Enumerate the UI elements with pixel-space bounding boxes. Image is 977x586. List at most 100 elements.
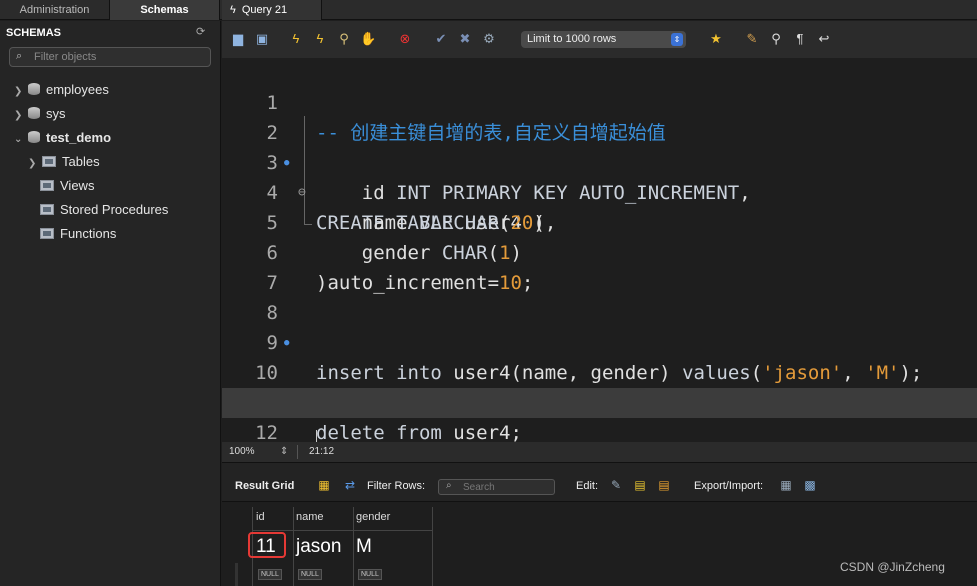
filter-rows-label: Filter Rows: — [367, 480, 426, 492]
annotation-highlight-box — [248, 532, 286, 558]
schema-label: employees — [46, 82, 109, 97]
brush-icon[interactable]: ✎ — [744, 31, 760, 47]
chevron-right-icon[interactable]: ❯ — [14, 107, 26, 125]
cell-gender[interactable]: M — [356, 536, 372, 558]
delete-row-icon[interactable]: ▤ — [656, 478, 672, 492]
column-divider — [353, 507, 354, 586]
code-line-5: 5 gender CHAR(1) — [222, 178, 977, 264]
chevron-right-icon[interactable]: ❯ — [28, 155, 40, 173]
filter-rows-input[interactable] — [463, 480, 548, 494]
code-line-7: 7 — [222, 238, 977, 294]
beautify-star-icon[interactable]: ★ — [708, 31, 724, 47]
explain-icon[interactable]: ⚲ — [336, 31, 352, 47]
code-line-8: 8 ● insert into user4(name, gender) valu… — [222, 268, 977, 384]
import-icon[interactable]: ▩ — [802, 478, 818, 492]
null-badge[interactable]: NULL — [298, 569, 322, 580]
export-icon[interactable]: ▦ — [778, 478, 794, 492]
folder-icon — [40, 204, 54, 215]
code-line-10: 10 ● delete from user4; — [222, 328, 977, 442]
export-import-label: Export/Import: — [694, 480, 764, 492]
grid-view-icon[interactable]: ▦ — [316, 478, 332, 492]
execute-current-icon[interactable]: ϟ — [312, 31, 328, 47]
tab-administration[interactable]: Administration — [0, 0, 110, 20]
column-header-gender[interactable]: gender — [356, 511, 390, 523]
rollback-icon[interactable]: ✖ — [457, 31, 473, 47]
schema-sidebar: SCHEMAS ⟳ ⌕ ❯ employees ❯ sys ⌄ test_demo ❯… — [0, 21, 221, 586]
column-divider — [293, 507, 294, 586]
wrap-lines-icon[interactable]: ↩ — [816, 31, 832, 47]
tab-query-21[interactable]: ϟ Query 21 — [222, 0, 322, 20]
select-arrows-icon: ⇕ — [671, 33, 683, 46]
filter-rows-box: ⌕ — [438, 479, 555, 495]
code-line-12: 12 ● select * from user4; — [222, 388, 977, 442]
chevron-right-icon[interactable]: ❯ — [14, 83, 26, 101]
code-text: delete from user4; — [316, 422, 522, 442]
cell-name[interactable]: jason — [296, 536, 341, 558]
header-divider — [252, 530, 432, 531]
open-folder-icon[interactable]: ▆ — [230, 31, 246, 47]
result-grid-label[interactable]: Result Grid — [235, 480, 294, 492]
add-row-icon[interactable]: ▤ — [632, 478, 648, 492]
autocommit-icon[interactable]: ⚙ — [481, 31, 497, 47]
chevron-down-icon[interactable]: ⌄ — [14, 131, 26, 149]
filter-objects-input[interactable] — [34, 49, 204, 65]
schemas-header: SCHEMAS — [6, 27, 62, 39]
code-line-6: 6 )auto_increment=10; — [222, 208, 977, 294]
null-badge[interactable]: NULL — [358, 569, 382, 580]
stop-icon[interactable]: ✋ — [360, 31, 376, 47]
limit-rows-select[interactable]: Limit to 1000 rows ⇕ — [521, 31, 686, 48]
divider — [297, 445, 298, 459]
top-tab-bar: Administration Schemas ϟ Query 21 — [0, 0, 977, 20]
query-tab-label: Query 21 — [241, 4, 288, 16]
schema-label: sys — [46, 106, 66, 121]
schema-item-sys[interactable]: ❯ sys — [14, 105, 66, 123]
commit-icon[interactable]: ✔ — [433, 31, 449, 47]
code-line-9: 9 — [222, 298, 977, 354]
edit-row-icon[interactable]: ✎ — [608, 478, 624, 492]
database-icon — [28, 107, 40, 119]
lightning-icon: ϟ — [230, 4, 236, 16]
schema-item-test-demo[interactable]: ⌄ test_demo — [14, 129, 111, 147]
column-header-id[interactable]: id — [256, 511, 265, 523]
refresh-icon[interactable]: ⟳ — [196, 25, 205, 38]
folder-icon — [42, 156, 56, 167]
folder-icon — [40, 228, 54, 239]
tree-item-stored-procedures[interactable]: Stored Procedures — [38, 201, 168, 219]
cursor-position: 21:12 — [309, 446, 335, 457]
schema-item-employees[interactable]: ❯ employees — [14, 81, 109, 99]
tree-item-views[interactable]: Views — [38, 177, 94, 195]
text-cursor — [316, 430, 317, 442]
watermark: CSDN @JinZcheng — [840, 560, 945, 574]
database-icon — [28, 83, 40, 95]
zoom-level[interactable]: 100% — [229, 442, 255, 462]
find-icon[interactable]: ⚲ — [768, 31, 784, 47]
folder-icon — [40, 180, 54, 191]
code-line-2: 2 ● ⊖ CREATE TABLE user4 ( — [222, 88, 977, 234]
tab-schemas[interactable]: Schemas — [110, 0, 220, 20]
column-header-name[interactable]: name — [296, 511, 324, 523]
result-toolbar: Result Grid ▦ ⇄ Filter Rows: ⌕ Edit: ✎ ▤… — [222, 462, 977, 502]
null-badge[interactable]: NULL — [258, 569, 282, 580]
schema-label: test_demo — [46, 130, 112, 145]
toggle-error-icon[interactable]: ⊗ — [397, 31, 413, 47]
tree-item-functions[interactable]: Functions — [38, 225, 116, 243]
invisible-chars-icon[interactable]: ¶ — [792, 31, 808, 47]
new-row-marker — [235, 563, 238, 586]
editor-status-bar: 100% ⇕ 21:12 — [222, 442, 977, 462]
sql-editor[interactable]: 1 -- 创建主键自增的表,自定义自增起始值 2 ● ⊖ CREATE TABL… — [222, 58, 977, 442]
editor-toolbar: ▆ ▣ ϟ ϟ ⚲ ✋ ⊗ ✔ ✖ ⚙ Limit to 1000 rows ⇕… — [222, 21, 977, 58]
line-number: 12 — [222, 418, 278, 442]
code-line-1: 1 -- 创建主键自增的表,自定义自增起始值 — [222, 58, 977, 144]
code-line-3: 3 id INT PRIMARY KEY AUTO_INCREMENT, — [222, 118, 977, 204]
tree-label: Views — [60, 178, 95, 193]
execute-icon[interactable]: ϟ — [288, 31, 304, 47]
tree-label: Tables — [62, 154, 100, 169]
save-icon[interactable]: ▣ — [254, 31, 270, 47]
search-icon: ⌕ — [16, 50, 23, 62]
code-line-4: 4 name VARCHAR(20), — [222, 148, 977, 234]
refresh-arrows-icon[interactable]: ⇄ — [342, 478, 358, 492]
zoom-stepper-icon[interactable]: ⇕ — [280, 442, 288, 462]
tree-item-tables[interactable]: ❯ Tables — [28, 153, 100, 171]
edit-label: Edit: — [576, 480, 599, 492]
column-divider — [432, 507, 433, 586]
